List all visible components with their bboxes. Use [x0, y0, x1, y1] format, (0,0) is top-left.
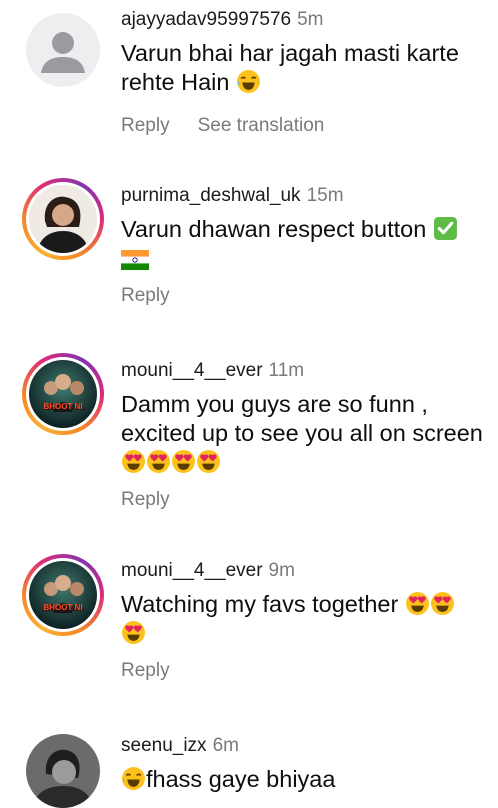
heart-eyes-emoji-icon — [430, 591, 455, 616]
avatar[interactable] — [26, 734, 100, 808]
comment-username[interactable]: mouni__4__ever — [121, 360, 263, 381]
comment-text: Varun dhawan respect button — [121, 215, 484, 273]
profile-photo-icon — [26, 734, 100, 808]
comment-text: fhass gaye bhiyaa — [121, 765, 484, 794]
comment-username[interactable]: purnima_deshwal_uk — [121, 185, 301, 206]
avatar[interactable]: BHOOT NI — [22, 554, 104, 636]
check-mark-emoji-icon — [433, 216, 458, 241]
comment-time: 15m — [306, 185, 344, 206]
laughing-emoji-icon — [121, 766, 146, 791]
heart-eyes-emoji-icon — [121, 620, 146, 645]
laughing-emoji-icon — [236, 69, 261, 94]
profile-photo-icon — [29, 185, 97, 253]
avatar[interactable] — [26, 13, 100, 87]
heart-eyes-emoji-icon — [146, 449, 171, 474]
comment-text: Watching my favs together — [121, 590, 484, 648]
comment-username[interactable]: ajayyadav95997576 — [121, 9, 291, 30]
movie-poster-avatar-icon: BHOOT NI — [29, 360, 97, 428]
svg-text:BHOOT NI: BHOOT NI — [43, 402, 82, 411]
comment-time: 9m — [268, 560, 295, 581]
comment-text: Varun bhai har jagah masti karte rehte H… — [121, 40, 459, 95]
comment-time: 11m — [268, 360, 305, 381]
reply-button[interactable]: Reply — [121, 285, 170, 306]
heart-eyes-emoji-icon — [196, 449, 221, 474]
reply-button[interactable]: Reply — [121, 115, 170, 136]
svg-text:BHOOT NI: BHOOT NI — [43, 603, 82, 612]
default-user-icon — [41, 32, 85, 73]
avatar[interactable]: BHOOT NI — [22, 353, 104, 435]
comment-time: 5m — [297, 9, 324, 30]
india-flag-emoji-icon — [121, 248, 149, 273]
heart-eyes-emoji-icon — [405, 591, 430, 616]
see-translation-button[interactable]: See translation — [198, 115, 325, 136]
reply-button[interactable]: Reply — [121, 489, 170, 510]
comment-username[interactable]: seenu_izx — [121, 735, 207, 756]
reply-button[interactable]: Reply — [121, 660, 170, 681]
comment-username[interactable]: mouni__4__ever — [121, 560, 263, 581]
movie-poster-avatar-icon: BHOOT NI — [29, 561, 97, 629]
comment-text: Damm you guys are so funn , excited up t… — [121, 390, 484, 477]
heart-eyes-emoji-icon — [171, 449, 196, 474]
avatar[interactable] — [22, 178, 104, 260]
heart-eyes-emoji-icon — [121, 449, 146, 474]
comment-time: 6m — [212, 735, 239, 756]
